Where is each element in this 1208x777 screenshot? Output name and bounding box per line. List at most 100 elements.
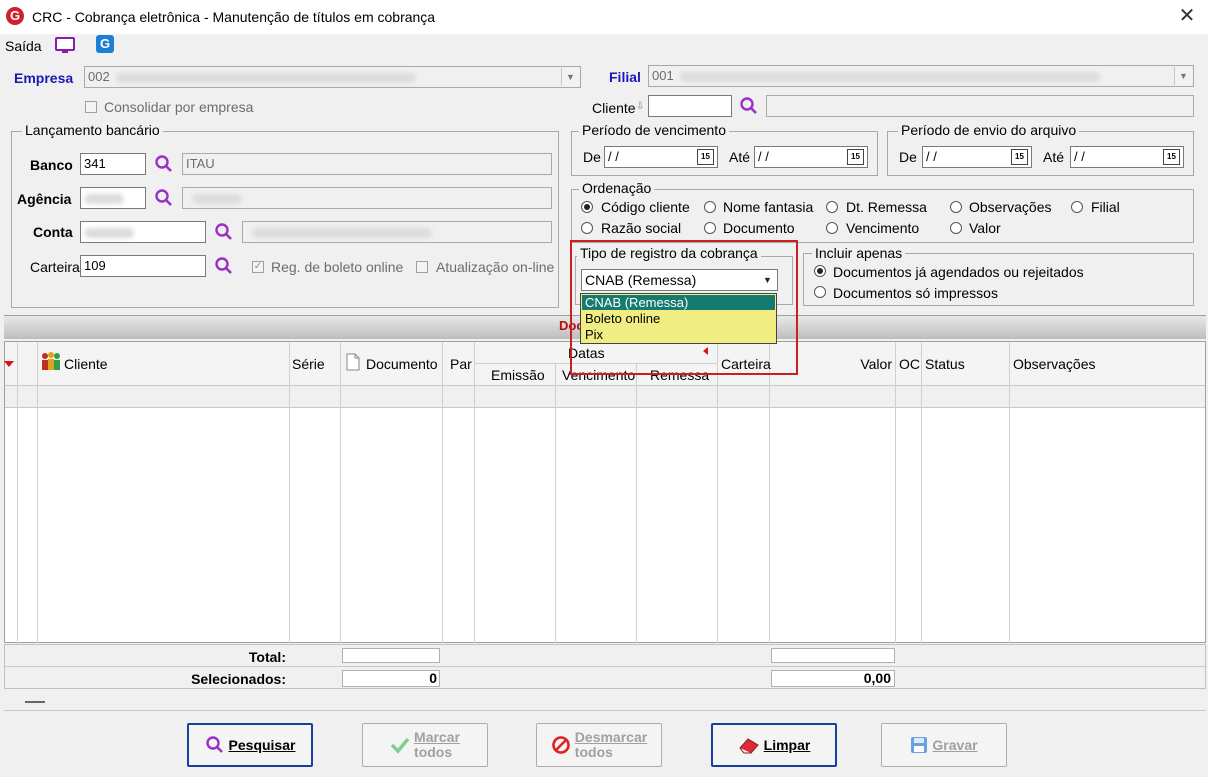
venc-ate-input[interactable]: / /15 [754, 146, 868, 168]
col-header-documento[interactable]: Documento [366, 356, 438, 372]
grid-filter-row[interactable] [5, 386, 1205, 408]
atualizacao-label: Atualização on-line [436, 259, 555, 275]
eraser-icon [739, 738, 759, 754]
agencia-input[interactable] [80, 187, 146, 209]
ordenacao-radio-valor[interactable] [950, 222, 962, 234]
collapse-handle-icon[interactable] [25, 701, 45, 703]
lancamento-title: Lançamento bancário [22, 122, 163, 138]
banco-label: Banco [30, 157, 73, 173]
ordenacao-title: Ordenação [579, 180, 655, 196]
conta-input[interactable] [80, 221, 206, 243]
col-header-serie[interactable]: Série [292, 356, 325, 372]
calendar-icon[interactable]: 15 [697, 149, 714, 165]
calendar-icon[interactable]: 15 [1011, 149, 1028, 165]
ordenacao-radio-documento[interactable] [704, 222, 716, 234]
search-icon[interactable] [154, 154, 174, 174]
ordenacao-label: Razão social [601, 220, 682, 236]
col-header-par[interactable]: Par [450, 356, 472, 372]
sort-arrow-icon: ⇩ [636, 101, 645, 112]
gravar-label: Gravar [932, 737, 978, 753]
search-icon [205, 736, 223, 753]
total-valor-field [771, 648, 895, 663]
close-icon[interactable]: ✕ [1176, 4, 1198, 28]
search-icon[interactable] [214, 222, 234, 242]
reg-boleto-checkbox[interactable]: ✓ [252, 261, 264, 273]
menu-exit[interactable]: Saída [5, 38, 42, 54]
agencia-label: Agência [17, 191, 72, 207]
desmarcar-todos-button[interactable]: Desmarcar todos [536, 723, 662, 767]
col-header-cliente[interactable]: Cliente [64, 356, 108, 372]
calendar-icon[interactable]: 15 [847, 149, 864, 165]
selecionados-valor-field: 0,00 [771, 670, 895, 687]
highlight-frame [570, 240, 798, 375]
ordenacao-radio-filial[interactable] [1071, 201, 1083, 213]
pesquisar-button[interactable]: Pesquisar [187, 723, 313, 767]
search-icon[interactable] [214, 256, 234, 276]
carteira-input[interactable]: 109 [80, 255, 206, 277]
ordenacao-label: Código cliente [601, 199, 690, 215]
desmarcar-label-2: todos [574, 744, 613, 760]
ordenacao-radio-razao-social[interactable] [581, 222, 593, 234]
no-entry-icon [551, 736, 570, 754]
pesquisar-label: Pesquisar [228, 737, 296, 753]
marcar-todos-button[interactable]: Marcar todos [362, 723, 488, 767]
marcar-label-1: Marcar [414, 729, 460, 745]
venc-ate-label: Até [729, 149, 751, 165]
periodo-envio-title: Período de envio do arquivo [898, 122, 1080, 138]
search-icon[interactable] [154, 188, 174, 208]
carteira-label: Carteira [30, 259, 80, 275]
total-label: Total: [248, 649, 286, 665]
envio-ate-label: Até [1043, 149, 1065, 165]
chevron-down-icon: ▼ [561, 68, 579, 86]
ordenacao-radio-codigo-cliente[interactable] [581, 201, 593, 213]
conta-label: Conta [33, 224, 73, 240]
ordenacao-radio-dt-remessa[interactable] [826, 201, 838, 213]
consolidar-label: Consolidar por empresa [104, 99, 254, 115]
incluir-radio-agendados[interactable] [814, 265, 826, 277]
col-header-oc[interactable]: OC [899, 356, 920, 372]
selecionados-label: Selecionados: [191, 671, 286, 687]
gravar-button[interactable]: Gravar [881, 723, 1007, 767]
ordenacao-label: Filial [1091, 199, 1120, 215]
col-header-emissao[interactable]: Emissão [491, 367, 545, 383]
document-icon [346, 353, 360, 371]
col-header-observacoes[interactable]: Observações [1013, 356, 1095, 372]
limpar-button[interactable]: Limpar [711, 723, 837, 767]
envio-ate-input[interactable]: / /15 [1070, 146, 1184, 168]
ordenacao-radio-vencimento[interactable] [826, 222, 838, 234]
selecionados-count-field: 0 [342, 670, 440, 687]
cliente-name-input [766, 95, 1194, 117]
envio-de-label: De [899, 149, 917, 165]
app-logo-icon: G [6, 7, 24, 25]
ordenacao-label: Nome fantasia [723, 199, 814, 215]
cliente-code-input[interactable] [648, 95, 732, 117]
empresa-select[interactable]: 002 ▼ [84, 66, 581, 88]
agencia-name-input [182, 187, 552, 209]
calendar-icon[interactable]: 15 [1163, 149, 1180, 165]
reg-boleto-label: Reg. de boleto online [271, 259, 404, 275]
incluir-label: Documentos só impressos [833, 285, 998, 301]
brand-g-icon[interactable]: G [96, 35, 114, 53]
filial-select[interactable]: 001 ▼ [648, 65, 1194, 87]
atualizacao-checkbox[interactable] [416, 261, 428, 273]
total-count-field [342, 648, 440, 663]
banco-input[interactable]: 341 [80, 153, 146, 175]
incluir-radio-impressos[interactable] [814, 286, 826, 298]
save-icon [911, 737, 928, 753]
ordenacao-label: Vencimento [846, 220, 920, 236]
envio-de-input[interactable]: / /15 [922, 146, 1032, 168]
monitor-icon[interactable] [54, 36, 76, 56]
ordenacao-radio-observacoes[interactable] [950, 201, 962, 213]
ordenacao-radio-nome-fantasia[interactable] [704, 201, 716, 213]
cliente-label: Cliente [592, 100, 636, 116]
ordenacao-label: Dt. Remessa [846, 199, 927, 215]
desmarcar-label-1: Desmarcar [574, 729, 648, 745]
search-icon[interactable] [739, 96, 759, 116]
window-title: CRC - Cobrança eletrônica - Manutenção d… [32, 9, 436, 25]
consolidar-checkbox[interactable] [85, 101, 97, 113]
venc-de-input[interactable]: / /15 [604, 146, 718, 168]
sort-indicator-icon[interactable] [4, 361, 14, 367]
splitter [4, 692, 1206, 711]
col-header-status[interactable]: Status [925, 356, 965, 372]
chevron-down-icon: ▼ [1174, 67, 1192, 85]
